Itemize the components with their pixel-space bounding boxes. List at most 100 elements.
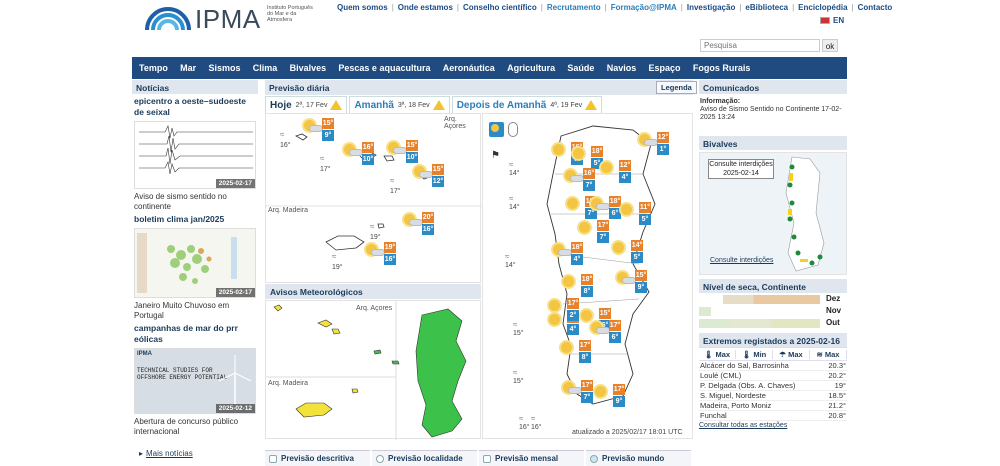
- min-temperature[interactable]: 1°: [657, 144, 669, 155]
- tab-local-forecast[interactable]: Previsão localidade: [372, 450, 477, 466]
- bivalves-status-box[interactable]: Consulte interdições 2025-02-14: [708, 159, 774, 179]
- min-temperature[interactable]: 2°: [567, 310, 579, 321]
- tab-world-forecast[interactable]: Previsão mundo: [586, 450, 691, 466]
- nav-item[interactable]: Bivalves: [290, 63, 327, 73]
- all-stations-link[interactable]: Consultar todas as estações: [699, 422, 847, 429]
- bivalves-map[interactable]: Consulte interdições 2025-02-14 Consulte…: [699, 152, 847, 275]
- min-temperature[interactable]: 16°: [384, 254, 396, 265]
- bivalves-link[interactable]: Consulte interdições: [710, 257, 773, 264]
- max-temperature[interactable]: 18°: [571, 242, 583, 253]
- nav-item[interactable]: Mar: [180, 63, 196, 73]
- comunicado-item[interactable]: Informação: Aviso de Sismo Sentido no Co…: [699, 94, 847, 126]
- legend-button[interactable]: Legenda: [656, 81, 697, 94]
- max-temperature[interactable]: 15°: [635, 270, 647, 281]
- more-news-link[interactable]: ▸ Mais notícias: [139, 449, 193, 458]
- nav-item[interactable]: Agricultura: [507, 63, 555, 73]
- top-link[interactable]: Quem somos: [337, 3, 388, 13]
- min-temperature[interactable]: 12°: [432, 176, 444, 187]
- search-input[interactable]: [700, 39, 820, 52]
- nav-item[interactable]: Fogos Rurais: [693, 63, 751, 73]
- min-temperature[interactable]: 4°: [567, 324, 579, 335]
- max-temperature[interactable]: 15°: [599, 308, 611, 319]
- min-temperature[interactable]: 7°: [585, 208, 597, 219]
- min-temperature[interactable]: 8°: [581, 286, 593, 297]
- tab-day-after-tomorrow[interactable]: Depois de Amanhã 4ª, 19 Fev: [451, 96, 603, 113]
- max-temperature[interactable]: 11°: [639, 202, 651, 213]
- max-temperature[interactable]: 15°: [406, 140, 418, 151]
- nav-item[interactable]: Espaço: [649, 63, 681, 73]
- min-temperature[interactable]: 4°: [571, 254, 583, 265]
- tab-descriptive-forecast[interactable]: Previsão descritiva: [265, 450, 370, 466]
- max-temperature[interactable]: 17°: [613, 384, 625, 395]
- max-temperature[interactable]: 17°: [609, 320, 621, 331]
- max-temperature[interactable]: 15°: [322, 118, 334, 129]
- top-link[interactable]: eBiblioteca: [745, 3, 788, 13]
- nav-item[interactable]: Tempo: [139, 63, 168, 73]
- news-caption[interactable]: Janeiro Muito Chuvoso em Portugal: [134, 301, 256, 320]
- offshore-energy-image[interactable]: IPMA TECHNICAL STUDIES FOR OFFSHORE ENER…: [134, 348, 256, 414]
- min-temperature[interactable]: 16°: [422, 224, 434, 235]
- extremes-row[interactable]: S. Miguel, Nordeste 18.5°: [699, 391, 847, 401]
- max-temperature[interactable]: 18°: [581, 274, 593, 285]
- max-temperature[interactable]: 12°: [657, 132, 669, 143]
- min-temperature[interactable]: 6°: [609, 208, 621, 219]
- news-title[interactable]: campanhas de mar do prr eólicas: [134, 323, 256, 345]
- min-temperature[interactable]: 5°: [631, 252, 643, 263]
- seismogram-image[interactable]: 2025-02-17: [134, 121, 256, 189]
- top-link[interactable]: Contacto: [858, 3, 893, 13]
- extremes-row[interactable]: Alcácer do Sal, Barrosinha 20.3°: [699, 361, 847, 371]
- language-switch[interactable]: EN: [820, 16, 844, 25]
- max-temperature[interactable]: 20°: [422, 212, 434, 223]
- top-link[interactable]: Conselho científico: [463, 3, 537, 13]
- tab-monthly-forecast[interactable]: Previsão mensal: [479, 450, 584, 466]
- min-temperature[interactable]: 6°: [609, 332, 621, 343]
- min-temperature[interactable]: 9°: [322, 130, 334, 141]
- news-caption[interactable]: Abertura de concurso público internacion…: [134, 417, 256, 436]
- tab-today[interactable]: Hoje 2ª, 17 Fev: [265, 96, 348, 113]
- top-link[interactable]: Recrutamento: [547, 3, 601, 13]
- news-item[interactable]: boletim clima jan/2025 2025-02-17 Janeir…: [132, 214, 258, 320]
- tab-max-precipitation[interactable]: ☂ Max: [773, 349, 810, 359]
- continent-forecast-map[interactable]: ⚑ 12°1°16°7°18°5°16°7°12°4°18°7°18°6°11°…: [482, 113, 693, 439]
- nav-item[interactable]: Navios: [607, 63, 637, 73]
- tab-max-wind[interactable]: ≋ Max: [810, 349, 847, 359]
- max-temperature[interactable]: 17°: [567, 298, 579, 309]
- max-temperature[interactable]: 18°: [609, 196, 621, 207]
- nav-item[interactable]: Clima: [253, 63, 278, 73]
- climate-bulletin-map-image[interactable]: 2025-02-17: [134, 228, 256, 298]
- search-button[interactable]: ok: [822, 39, 838, 52]
- top-link[interactable]: Investigação: [687, 3, 735, 13]
- max-temperature[interactable]: 16°: [583, 168, 595, 179]
- min-temperature[interactable]: 7°: [597, 232, 609, 243]
- min-temperature[interactable]: 5°: [639, 214, 651, 225]
- top-link[interactable]: Onde estamos: [398, 3, 453, 13]
- nav-item[interactable]: Pescas e aquacultura: [338, 63, 430, 73]
- max-temperature[interactable]: 17°: [597, 220, 609, 231]
- islands-forecast-map[interactable]: Arq. Açores Arq. Madeira 15° 9° ≈16° 16° 10°…: [265, 113, 482, 283]
- max-temperature[interactable]: 14°: [631, 240, 643, 251]
- min-temperature[interactable]: 4°: [619, 172, 631, 183]
- nav-item[interactable]: Saúde: [567, 63, 594, 73]
- top-link[interactable]: Formação@IPMA: [611, 3, 677, 13]
- comunicado-text[interactable]: Aviso de Sismo Sentido no Continente 17-…: [700, 106, 846, 122]
- extremes-row[interactable]: Madeira, Porto Moniz 21.2°: [699, 401, 847, 411]
- drought-chart[interactable]: Dez Nov Out: [699, 294, 847, 329]
- max-temperature[interactable]: 15°: [432, 164, 444, 175]
- extremes-row[interactable]: Loulé (CML) 20.2°: [699, 371, 847, 381]
- extremes-row[interactable]: P. Delgada (Obs. A. Chaves) 19°: [699, 381, 847, 391]
- top-link[interactable]: Enciclopédia: [798, 3, 847, 13]
- tab-min-temperature[interactable]: 🌡 Min: [736, 349, 773, 359]
- tab-tomorrow[interactable]: Amanhã 3ª, 18 Fev: [349, 96, 450, 113]
- min-temperature[interactable]: 9°: [635, 282, 647, 293]
- news-caption[interactable]: Aviso de sismo sentido no continente: [134, 192, 256, 211]
- min-temperature[interactable]: 10°: [362, 154, 374, 165]
- nav-item[interactable]: Aeronáutica: [443, 63, 495, 73]
- min-temperature[interactable]: 10°: [406, 152, 418, 163]
- warnings-map[interactable]: Arq. Açores Arq. Madeira: [265, 300, 481, 440]
- nav-item[interactable]: Sismos: [208, 63, 240, 73]
- min-temperature[interactable]: 9°: [613, 396, 625, 407]
- max-temperature[interactable]: 18°: [591, 146, 603, 157]
- news-item[interactable]: epicentro a oeste–sudoeste de seixal 202…: [132, 96, 258, 211]
- extremes-row[interactable]: Funchal 20.8°: [699, 411, 847, 421]
- max-temperature[interactable]: 12°: [619, 160, 631, 171]
